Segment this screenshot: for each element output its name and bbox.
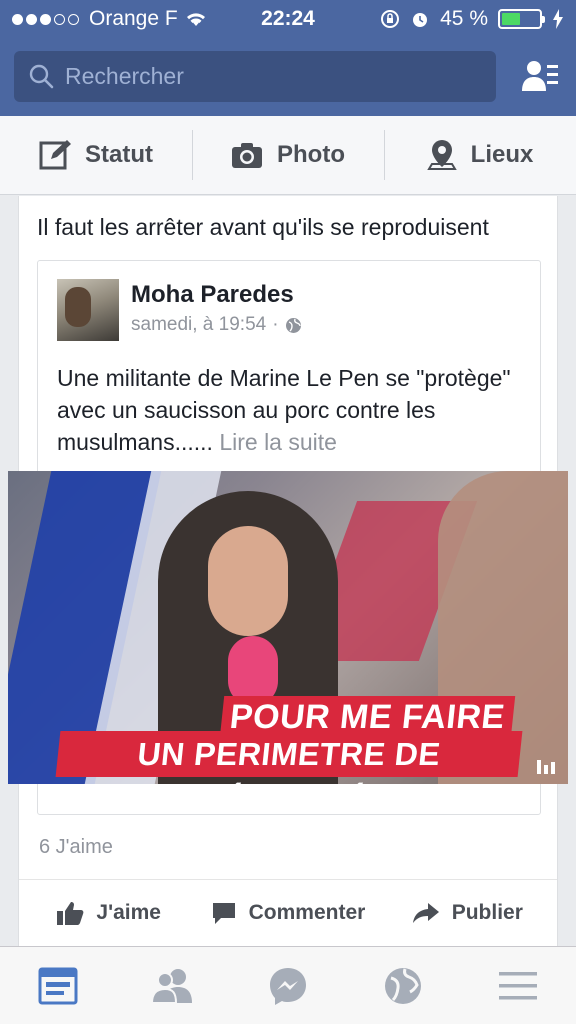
read-more-link[interactable]: Lire la suite	[219, 429, 337, 455]
rotation-lock-icon	[381, 10, 400, 28]
charging-icon	[553, 9, 563, 29]
places-label: Lieux	[470, 141, 534, 168]
post-timestamp[interactable]: samedi, à 19:54	[131, 314, 266, 336]
messenger-icon	[270, 967, 306, 1005]
menu-icon	[499, 971, 538, 999]
status-label: Statut	[85, 141, 153, 168]
composer-bar: Statut Photo Lieux	[0, 116, 576, 195]
bottom-tab-bar	[0, 946, 576, 1024]
tab-messenger[interactable]	[230, 947, 345, 1024]
share-button[interactable]: Publier	[378, 880, 557, 946]
photo-label: Photo	[277, 141, 345, 168]
status-bar: Orange F 22:24 45 %	[0, 0, 576, 40]
tab-news-feed[interactable]	[0, 947, 115, 1024]
status-button[interactable]: Statut	[0, 116, 192, 194]
comment-button[interactable]: Commenter	[198, 880, 377, 946]
globe-icon	[285, 317, 301, 333]
share-label: Publier	[451, 901, 523, 924]
video-stats-icon	[537, 760, 555, 774]
news-feed-icon	[38, 967, 78, 1004]
friend-requests-icon	[150, 968, 192, 1004]
share-arrow-icon	[412, 903, 439, 923]
post-message: Il faut les arrêter avant qu'ils se repr…	[37, 214, 489, 240]
like-label: J'aime	[96, 901, 161, 924]
battery-percentage: 45 %	[440, 7, 488, 30]
search-icon	[29, 64, 54, 89]
location-pin-icon	[426, 140, 457, 170]
post-meta: samedi, à 19:54 ·	[131, 314, 302, 336]
photo-button[interactable]: Photo	[192, 116, 384, 194]
like-button[interactable]: J'aime	[19, 880, 198, 946]
top-navigation-bar: Orange F 22:24 45 % Rechercher	[0, 0, 576, 116]
comment-label: Commenter	[248, 901, 366, 924]
thumbs-up-icon	[57, 902, 84, 925]
tab-notifications[interactable]	[346, 947, 461, 1024]
alarm-icon	[413, 13, 428, 27]
camera-icon	[232, 143, 262, 168]
shared-post-text: Une militante de Marine Le Pen se "protè…	[57, 362, 527, 458]
video-thumbnail[interactable]: POUR ME FAIRE UN PERIMETRE DE SÉCURITÉ	[8, 471, 568, 784]
post-actions: J'aime Commenter Publier	[19, 879, 557, 946]
tab-menu[interactable]	[461, 947, 576, 1024]
battery-icon	[498, 9, 545, 29]
comment-icon	[212, 903, 235, 924]
friends-list-icon[interactable]	[520, 57, 560, 97]
search-placeholder: Rechercher	[65, 63, 184, 89]
meta-separator: ·	[272, 314, 279, 335]
notifications-globe-icon	[385, 967, 422, 1004]
search-input[interactable]: Rechercher	[14, 51, 496, 102]
places-button[interactable]: Lieux	[384, 116, 576, 194]
author-name[interactable]: Moha Paredes	[131, 281, 294, 309]
avatar[interactable]	[57, 279, 119, 341]
video-caption-line2: UN PERIMETRE DE SÉCURITÉ	[55, 731, 523, 784]
like-count[interactable]: 6 J'aime	[39, 836, 113, 859]
edit-icon	[39, 140, 71, 170]
tab-friend-requests[interactable]	[115, 947, 230, 1024]
